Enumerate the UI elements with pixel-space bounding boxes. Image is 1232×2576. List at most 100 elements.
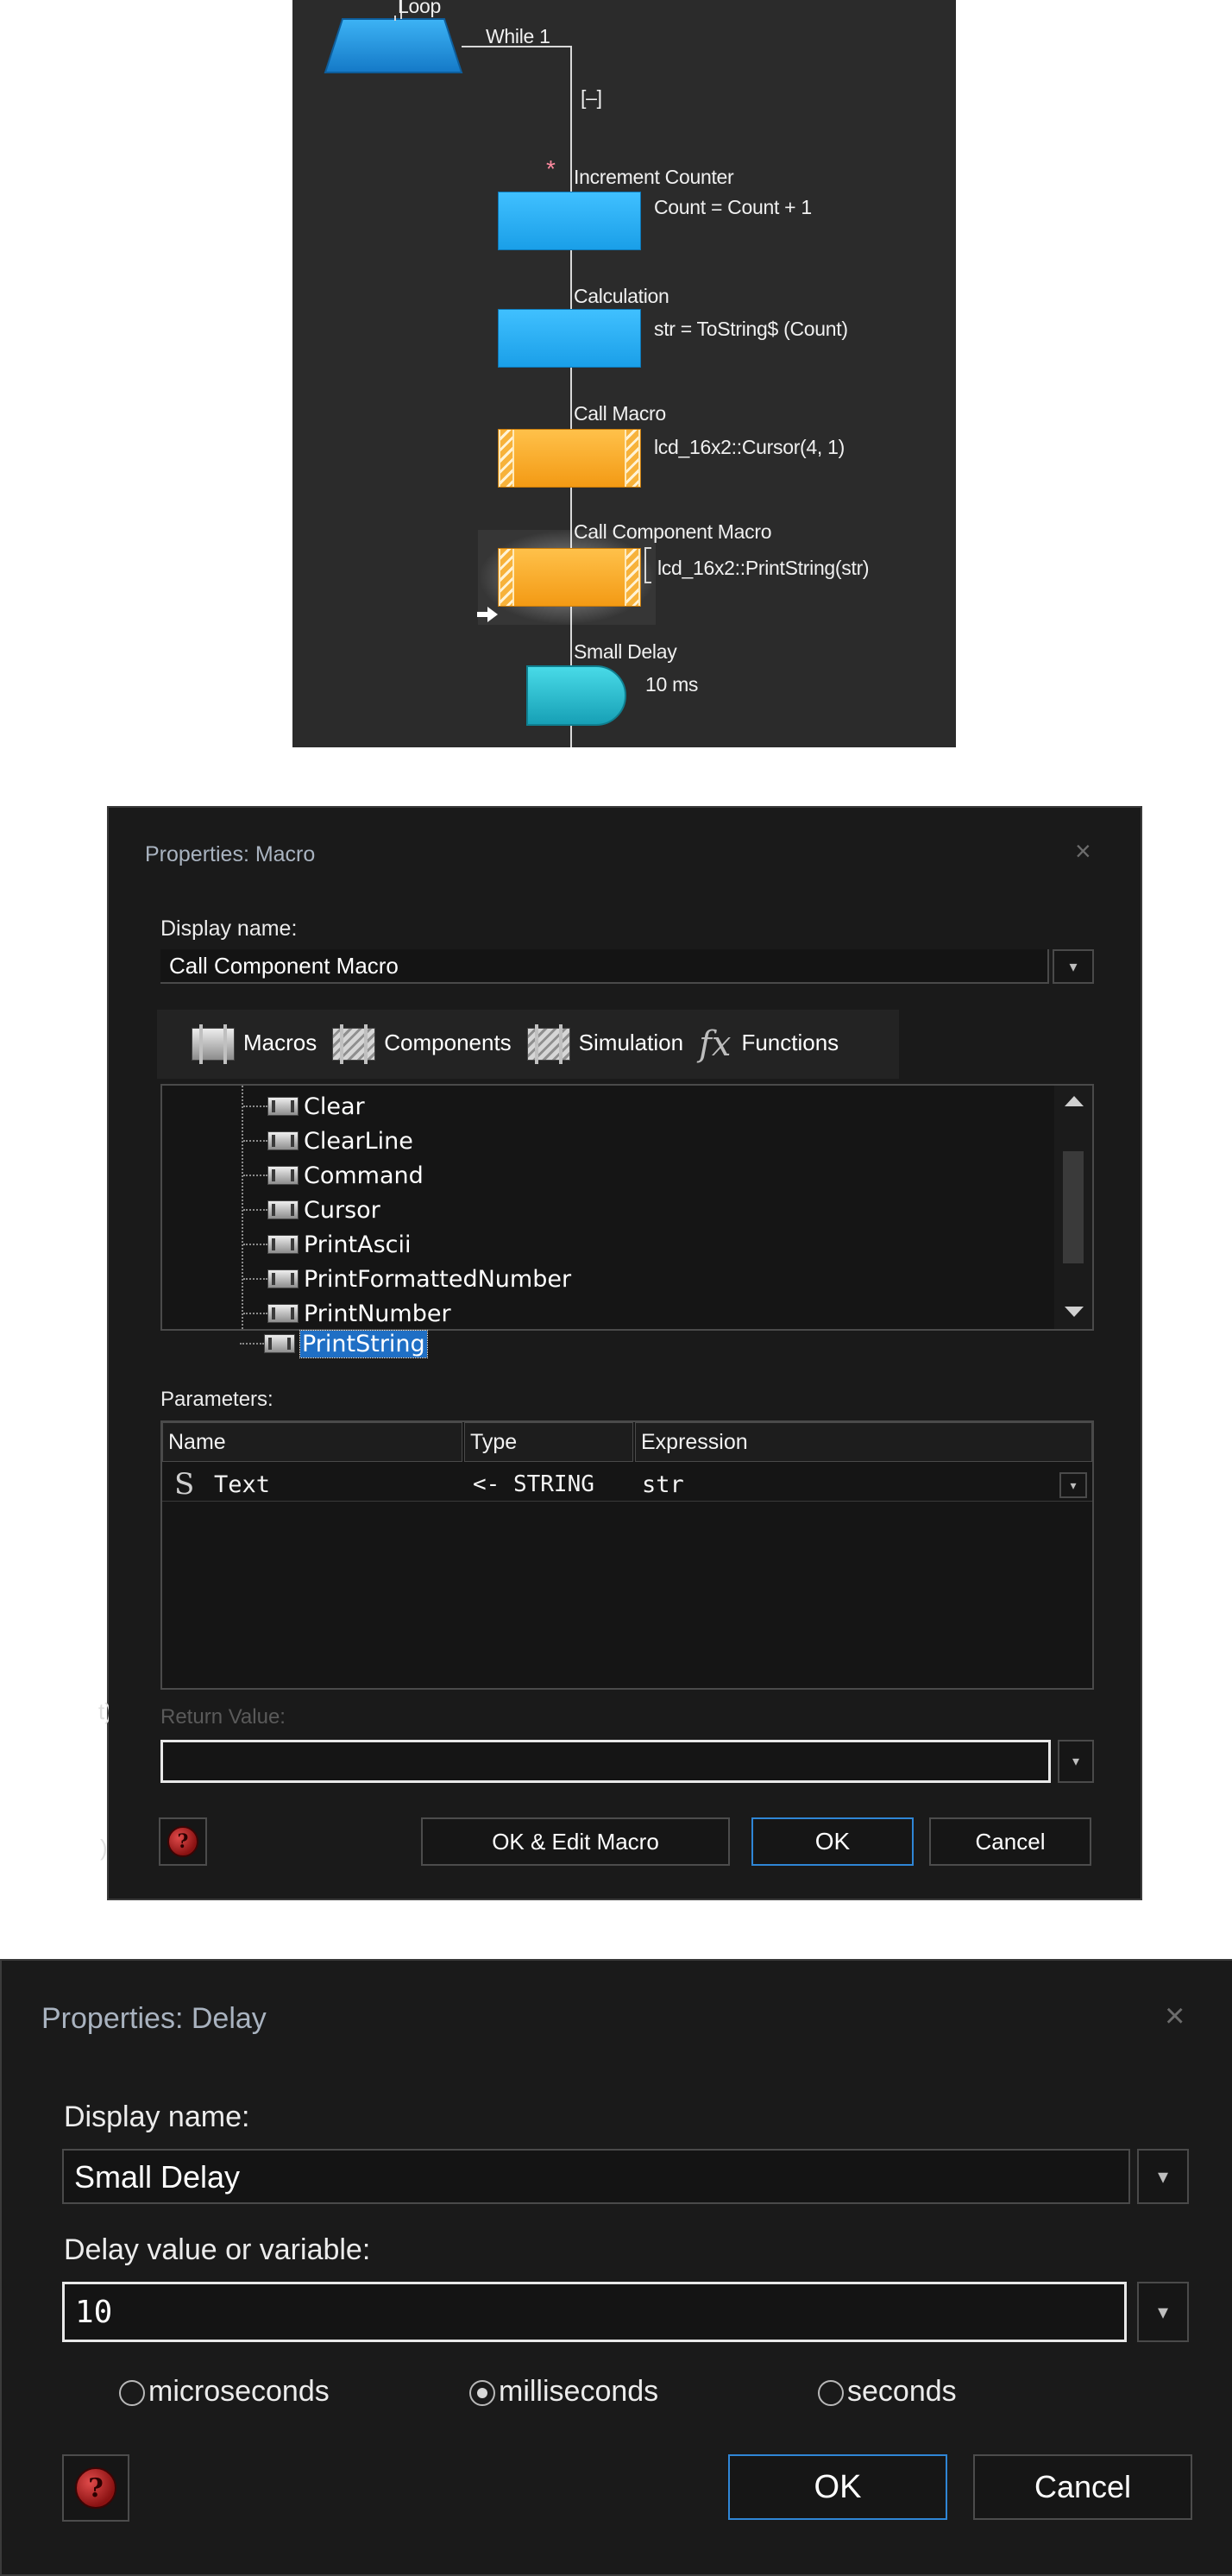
function-icon: fx [699,1024,732,1064]
help-icon: ? [75,2467,116,2509]
tab-components[interactable]: Components [332,1024,512,1064]
ok-button[interactable]: OK [728,2454,947,2520]
delay-value-label: Delay value or variable: [64,2233,371,2266]
chevron-down-icon: ▾ [1072,1754,1080,1769]
help-button[interactable]: ? [159,1817,207,1866]
macro-icon [267,1131,299,1150]
macro-tree[interactable]: Clear ClearLine Command Cursor PrintAsci… [160,1084,1094,1331]
loop-label: Loop [398,0,441,17]
chevron-down-icon: ▾ [1157,2300,1169,2324]
loop-icon[interactable] [324,0,470,78]
macro-icon [264,1334,295,1353]
display-name-input[interactable]: Small Delay [62,2149,1130,2204]
parameter-expression[interactable]: str [642,1467,684,1502]
macro-node[interactable] [498,429,641,488]
macro-icon [192,1024,235,1064]
simulation-icon [526,1024,570,1064]
tree-scrollbar[interactable] [1054,1086,1092,1329]
display-name-label: Display name: [160,916,298,941]
tree-item-command[interactable]: Command [162,1158,424,1193]
radio-selected-icon [469,2380,495,2407]
chevron-down-icon: ▾ [1157,2164,1169,2189]
help-button[interactable]: ? [62,2454,129,2522]
node-title: Small Delay [574,640,677,663]
scroll-thumb[interactable] [1063,1151,1084,1263]
node-title: Calculation [574,285,669,307]
close-icon[interactable]: × [1075,835,1091,867]
delay-properties-dialog: Properties: Delay × Display name: Small … [0,1959,1232,2576]
column-header-type[interactable]: Type [464,1422,633,1462]
macro-icon [267,1166,299,1185]
return-value-input[interactable] [160,1740,1051,1783]
macro-icon [267,1269,299,1288]
tree-item-printnumber[interactable]: PrintNumber [162,1296,451,1329]
display-name-label: Display name: [64,2100,250,2133]
radio-icon [818,2380,844,2407]
dialog-title: Properties: Macro [145,842,316,866]
macro-icon [267,1235,299,1254]
tree-item-clear[interactable]: Clear [162,1089,365,1124]
tree-item-clearline[interactable]: ClearLine [162,1124,413,1158]
node-title: Call Macro [574,402,666,425]
node-detail: str = ToString$ (Count) [654,318,848,340]
chevron-down-icon: ▾ [1069,957,1078,975]
flow-spine [570,46,572,747]
tree-item-printformattednumber[interactable]: PrintFormattedNumber [162,1262,571,1296]
cancel-button[interactable]: Cancel [973,2454,1192,2520]
macro-tab-bar: Macros Components Simulation fx Functions [157,1010,899,1079]
ok-button[interactable]: OK [751,1817,914,1866]
arrow-right-icon [477,607,498,622]
parameter-type: <- STRING [473,1471,594,1497]
edge-glyph: ) [100,1835,108,1861]
unit-radio-seconds[interactable]: seconds [818,2375,957,2409]
flowchart-canvas[interactable]: Loop While 1 [–] * Increment Counter Cou… [292,0,956,747]
scroll-up-icon[interactable] [1065,1096,1084,1106]
calculation-node[interactable] [498,309,641,368]
calculation-node[interactable] [498,192,641,250]
column-header-expression[interactable]: Expression [635,1422,1092,1462]
ok-edit-macro-button[interactable]: OK & Edit Macro [421,1817,730,1866]
tree-item-cursor[interactable]: Cursor [162,1193,380,1227]
selected-item-label: PrintString [299,1329,428,1358]
tab-simulation[interactable]: Simulation [526,1024,683,1064]
macro-icon [267,1304,299,1323]
tab-functions[interactable]: fx Functions [699,1024,839,1064]
help-icon: ? [167,1826,198,1857]
scroll-down-icon[interactable] [1065,1307,1084,1317]
display-name-input[interactable]: Call Component Macro [160,949,1049,984]
display-name-dropdown[interactable]: ▾ [1053,949,1094,984]
expression-dropdown[interactable]: ▾ [1059,1472,1087,1498]
delay-value-input[interactable]: 10 [62,2282,1127,2342]
column-header-name[interactable]: Name [162,1422,462,1462]
node-title: Increment Counter [574,166,734,188]
loop-condition: While 1 [486,25,550,47]
display-name-dropdown[interactable]: ▾ [1137,2149,1189,2204]
node-detail: Count = Count + 1 [654,196,812,218]
detail-bracket [644,547,651,583]
string-type-icon: S [174,1467,195,1502]
tree-item-printstring[interactable]: PrintString [159,1327,428,1360]
macro-icon [267,1097,299,1116]
close-icon[interactable]: × [1165,1997,1185,2036]
dialog-title: Properties: Delay [41,2002,267,2035]
delay-node[interactable] [525,664,629,727]
collapse-toggle[interactable]: [–] [581,86,602,110]
node-detail: lcd_16x2::Cursor(4, 1) [654,436,845,458]
tab-macros[interactable]: Macros [192,1024,317,1064]
parameters-label: Parameters: [160,1388,273,1411]
table-row[interactable]: S Text <- STRING str ▾ [162,1467,1092,1502]
node-detail: 10 ms [645,673,699,696]
cancel-button[interactable]: Cancel [929,1817,1091,1866]
delay-value-dropdown[interactable]: ▾ [1137,2282,1189,2342]
node-detail: lcd_16x2::PrintString(str) [657,557,870,579]
tree-item-printascii[interactable]: PrintAscii [162,1227,412,1262]
return-value-label: Return Value: [160,1705,286,1729]
component-icon [332,1024,376,1064]
macro-icon [267,1200,299,1219]
parameters-table: Name Type Expression S Text <- STRING st… [160,1420,1094,1690]
component-macro-node[interactable] [498,548,641,607]
parameter-name: Text [214,1471,271,1498]
unit-radio-microseconds[interactable]: microseconds [119,2375,330,2409]
unit-radio-milliseconds[interactable]: milliseconds [469,2375,658,2409]
return-value-dropdown[interactable]: ▾ [1058,1740,1094,1783]
